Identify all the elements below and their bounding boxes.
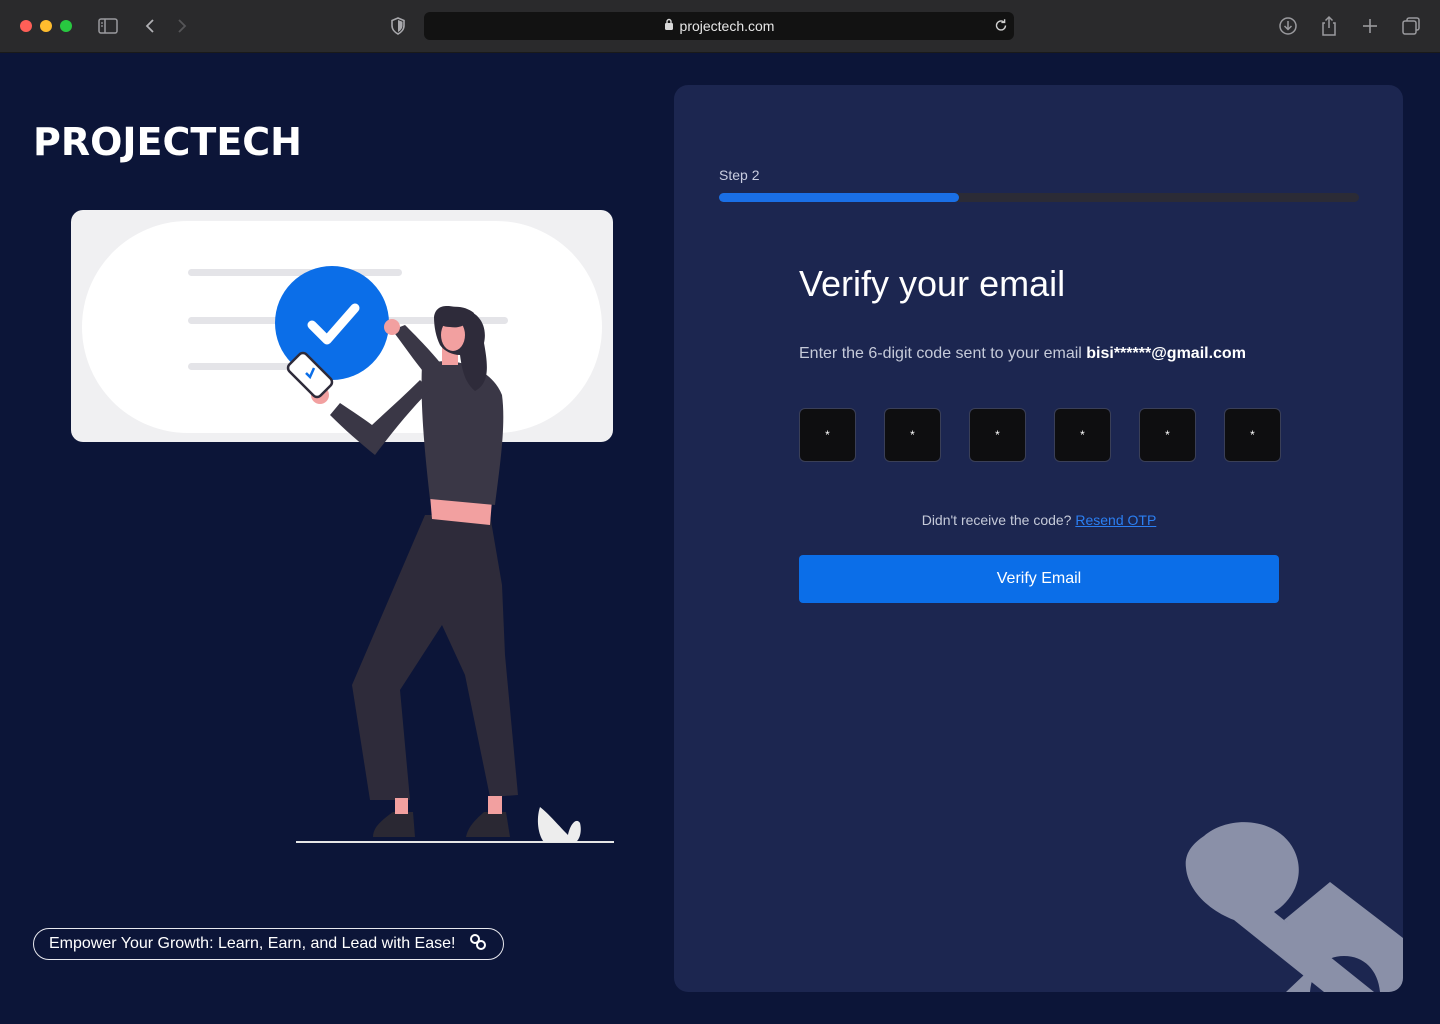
lock-icon xyxy=(664,17,674,35)
otp-digit-6[interactable] xyxy=(1224,408,1281,462)
chevron-right-icon[interactable] xyxy=(170,14,194,38)
brand-watermark-logo xyxy=(1174,820,1403,992)
otp-inputs xyxy=(799,408,1281,462)
resend-row: Didn't receive the code? Resend OTP xyxy=(799,512,1279,528)
download-icon[interactable] xyxy=(1276,14,1300,38)
url-text: projectech.com xyxy=(679,18,775,34)
step-progress-bar xyxy=(719,193,1359,202)
step-progress-fill xyxy=(719,193,959,202)
instruction-text: Enter the 6-digit code sent to your emai… xyxy=(799,345,1246,363)
masked-email: bisi******@gmail.com xyxy=(1086,345,1246,362)
page-title: Verify your email xyxy=(799,263,1066,304)
minimize-window-button[interactable] xyxy=(40,20,52,32)
chevron-left-icon[interactable] xyxy=(138,14,162,38)
link-icon xyxy=(469,933,487,956)
tagline-text: Empower Your Growth: Learn, Earn, and Le… xyxy=(49,935,456,952)
close-window-button[interactable] xyxy=(20,20,32,32)
verification-illustration xyxy=(70,205,620,855)
reload-icon[interactable] xyxy=(994,16,1008,39)
shield-icon[interactable] xyxy=(386,14,410,38)
resend-prompt: Didn't receive the code? xyxy=(921,512,1076,528)
browser-toolbar: projectech.com xyxy=(0,0,1440,53)
resend-otp-link[interactable]: Resend OTP xyxy=(1075,512,1156,528)
verify-email-button[interactable]: Verify Email xyxy=(799,555,1279,603)
otp-digit-1[interactable] xyxy=(799,408,856,462)
otp-digit-3[interactable] xyxy=(969,408,1026,462)
otp-digit-4[interactable] xyxy=(1054,408,1111,462)
plus-icon[interactable] xyxy=(1358,14,1382,38)
sidebar-icon[interactable] xyxy=(96,14,120,38)
verification-card: Step 2 Verify your email Enter the 6-dig… xyxy=(674,85,1403,992)
otp-digit-5[interactable] xyxy=(1139,408,1196,462)
otp-digit-2[interactable] xyxy=(884,408,941,462)
step-label: Step 2 xyxy=(719,167,760,183)
zoom-window-button[interactable] xyxy=(60,20,72,32)
instruction-prefix: Enter the 6-digit code sent to your emai… xyxy=(799,345,1087,362)
share-icon[interactable] xyxy=(1317,14,1341,38)
tabs-overview-icon[interactable] xyxy=(1399,14,1423,38)
brand-logo: PROJECTECH xyxy=(33,120,302,164)
address-bar[interactable]: projectech.com xyxy=(424,12,1014,40)
tagline-pill: Empower Your Growth: Learn, Earn, and Le… xyxy=(33,928,504,960)
